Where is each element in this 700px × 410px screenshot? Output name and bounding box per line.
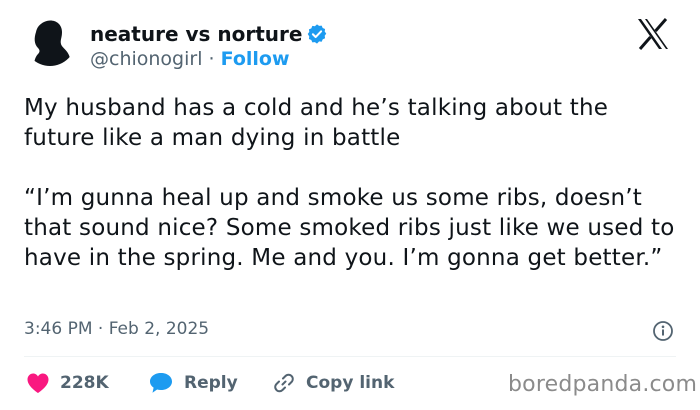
- display-name[interactable]: neature vs norture: [90, 21, 302, 47]
- verified-badge-icon: [306, 23, 328, 45]
- handle[interactable]: @chionogirl: [90, 48, 203, 70]
- tweet-text: My husband has a cold and he’s talking a…: [24, 93, 684, 273]
- display-name-row[interactable]: neature vs norture: [90, 21, 328, 47]
- heart-icon: [26, 372, 50, 394]
- timestamp[interactable]: 3:46 PM · Feb 2, 2025: [24, 317, 209, 341]
- copy-link-button[interactable]: Copy link: [272, 369, 394, 397]
- x-logo-icon[interactable]: [636, 18, 670, 50]
- divider: [24, 356, 676, 357]
- link-icon: [272, 371, 296, 395]
- watermark: boredpanda.com: [508, 372, 698, 397]
- tweet-paragraph: My husband has a cold and he’s talking a…: [24, 95, 609, 151]
- speech-bubble-icon: [148, 371, 174, 395]
- silhouette-avatar-icon: [34, 20, 70, 66]
- avatar[interactable]: [24, 14, 76, 66]
- info-icon[interactable]: [652, 320, 674, 342]
- reply-button[interactable]: Reply: [148, 369, 238, 397]
- like-button[interactable]: 228K: [26, 369, 109, 397]
- tweet-paragraph: “I’m gunna heal up and smoke us some rib…: [24, 185, 675, 271]
- reply-label: Reply: [184, 373, 238, 393]
- copy-link-label: Copy link: [306, 373, 395, 393]
- handle-separator: ·: [208, 48, 215, 70]
- handle-row: @chionogirl · Follow: [90, 47, 290, 71]
- like-count: 228K: [60, 373, 109, 393]
- follow-button[interactable]: Follow: [221, 48, 290, 70]
